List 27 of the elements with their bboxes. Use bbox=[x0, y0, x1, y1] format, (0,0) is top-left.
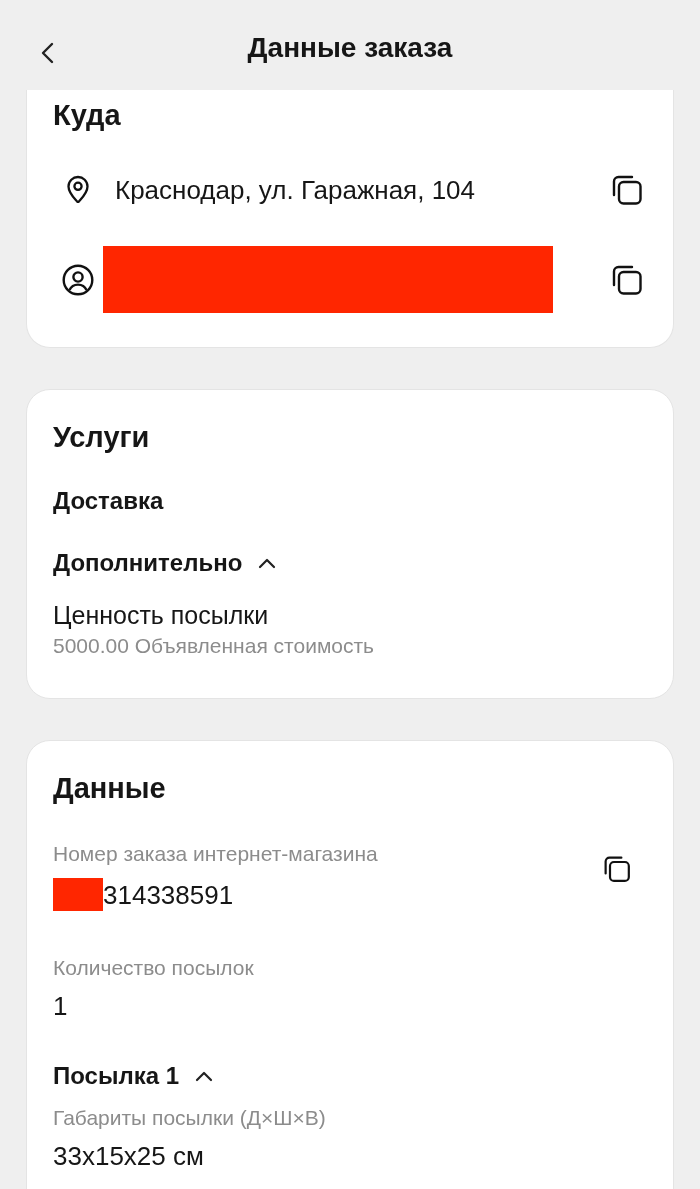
person-circle-icon bbox=[62, 263, 94, 296]
option-detail: 5000.00 Объявленная стоимость bbox=[53, 634, 376, 658]
expand-toggle[interactable]: Дополнительно bbox=[53, 549, 277, 577]
copy-icon bbox=[611, 263, 643, 296]
copy-button[interactable] bbox=[611, 174, 643, 206]
section-title: Куда bbox=[53, 98, 122, 132]
screen-title: Данные заказа bbox=[247, 31, 453, 65]
field-label: Габариты посылки (Д×Ш×В) bbox=[53, 1106, 327, 1130]
copy-button[interactable] bbox=[603, 854, 631, 883]
location-pin-icon bbox=[66, 175, 90, 205]
field-value: 33x15x25 см bbox=[53, 1142, 204, 1170]
section-title: Услуги bbox=[53, 420, 151, 454]
field-label: Количество посылок bbox=[53, 956, 255, 980]
field-label: Номер заказа интернет-магазина bbox=[53, 842, 379, 866]
expand-toggle[interactable]: Посылка 1 bbox=[53, 1062, 214, 1090]
copy-button[interactable] bbox=[611, 263, 643, 296]
section-title: Данные bbox=[53, 771, 167, 805]
copy-icon bbox=[603, 854, 631, 883]
field-value: 314338591 bbox=[103, 880, 234, 909]
service-name: Доставка bbox=[53, 487, 165, 515]
back-chevron-icon bbox=[40, 42, 54, 64]
chevron-up-icon bbox=[195, 1070, 214, 1082]
chevron-up-icon bbox=[258, 557, 277, 569]
copy-icon bbox=[611, 174, 643, 206]
field-value: 1 bbox=[53, 992, 68, 1020]
address-text: Краснодар, ул. Гаражная, 104 bbox=[115, 175, 475, 205]
option-name: Ценность посылки bbox=[53, 601, 270, 629]
